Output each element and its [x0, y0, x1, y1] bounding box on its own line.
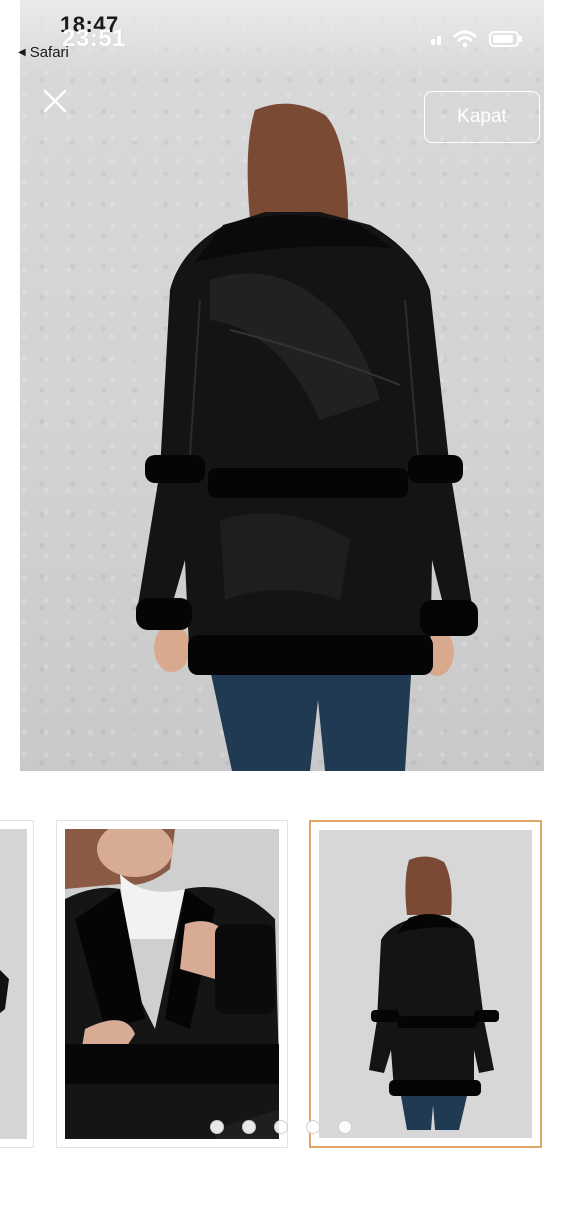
close-button[interactable]: Kapat [424, 91, 540, 143]
pagination-dot[interactable] [338, 1120, 352, 1134]
status-icons [431, 30, 523, 48]
thumbnail-image [65, 829, 279, 1139]
thumbnail-front-view[interactable] [56, 820, 288, 1148]
thumbnail-back-view-selected[interactable] [309, 820, 542, 1148]
signal-icon [431, 33, 441, 45]
pagination-dot[interactable] [210, 1120, 224, 1134]
pagination-dots [210, 1120, 352, 1134]
thumbnail-image [319, 830, 532, 1138]
close-icon[interactable] [40, 86, 70, 116]
thumbnail-image [0, 829, 27, 1139]
pagination-dot[interactable] [306, 1120, 320, 1134]
back-app-label: Safari [29, 44, 69, 61]
thumbnail-partial[interactable] [0, 820, 34, 1148]
wifi-icon [453, 30, 477, 48]
status-time-overlay: 23:51 [62, 25, 126, 52]
pagination-dot[interactable] [274, 1120, 288, 1134]
left-triangle-icon: ◀ [18, 47, 26, 58]
back-to-app-link[interactable]: ◀ Safari [18, 44, 69, 61]
battery-icon [489, 30, 523, 48]
pagination-dot[interactable] [242, 1120, 256, 1134]
gallery-screen: 18:47 23:51 ◀ Safari Kapat [0, 0, 563, 1219]
